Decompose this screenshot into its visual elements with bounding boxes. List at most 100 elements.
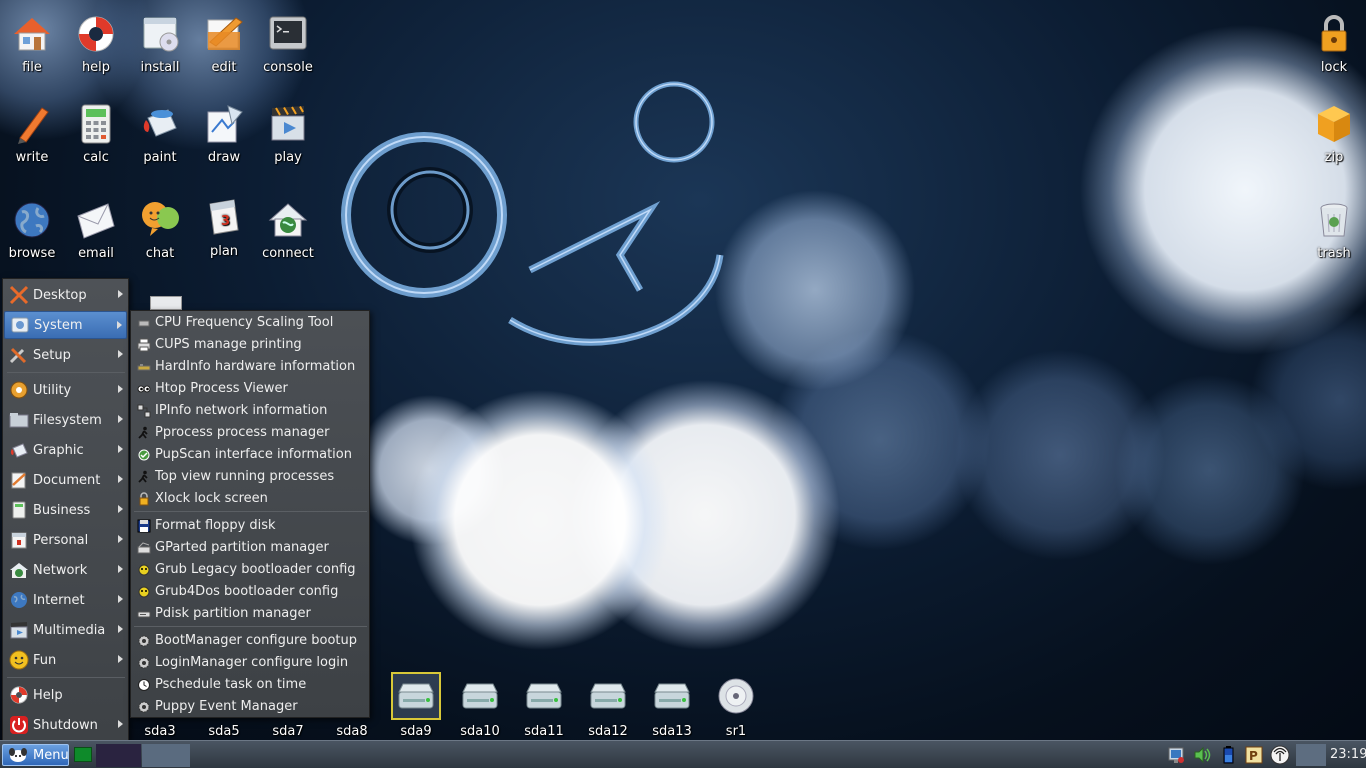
drive-icon[interactable]: sda10 (452, 674, 508, 739)
hardware-icon (137, 360, 151, 374)
clock[interactable]: 23:19 (1330, 747, 1366, 762)
submenu-item-puppy-event-manager[interactable]: Puppy Event Manager (134, 696, 366, 717)
desktop-icon-edit[interactable]: edit (192, 12, 256, 75)
submenu-item-cups[interactable]: CUPS manage printing (134, 334, 366, 355)
runner-icon (137, 470, 151, 484)
submenu-separator (134, 511, 367, 512)
drive-icon[interactable]: sda12 (580, 674, 636, 739)
menu-item-shutdown[interactable]: Shutdown (4, 711, 127, 739)
drive-icon[interactable]: sda13 (644, 674, 700, 739)
submenu-item-xlock[interactable]: Xlock lock screen (134, 488, 366, 509)
menu-item-personal[interactable]: Personal (4, 526, 127, 554)
desktop-icon-play[interactable]: play (256, 102, 320, 165)
menu-item-document[interactable]: Document (4, 466, 127, 494)
menu-item-desktop[interactable]: Desktop (4, 281, 127, 309)
main-menu: Desktop System Setup Utility Filesystem … (2, 278, 129, 741)
wireless-icon[interactable] (1270, 745, 1290, 765)
package-manager-icon[interactable]: P (1244, 745, 1264, 765)
submenu-item-pupscan[interactable]: PupScan interface information (134, 444, 366, 465)
menu-item-internet[interactable]: Internet (4, 586, 127, 614)
workspace-3-indicator[interactable] (142, 744, 190, 767)
drive-icon[interactable]: sda11 (516, 674, 572, 739)
desktop-icon-calc[interactable]: calc (64, 102, 128, 165)
desktop-icon-file[interactable]: file (0, 12, 64, 75)
submenu-item-pschedule[interactable]: Pschedule task on time (134, 674, 366, 695)
desktop-icon-install[interactable]: install (128, 12, 192, 75)
clapperboard-icon (266, 102, 310, 146)
calendar-icon (8, 530, 30, 550)
document-icon (8, 470, 30, 490)
desktop-icon-lock[interactable]: lock (1302, 12, 1366, 75)
workspace-1-indicator[interactable] (74, 747, 92, 762)
smiley-icon (8, 650, 30, 670)
chevron-right-icon (118, 595, 123, 603)
desktop-icon-browse[interactable]: browse (0, 198, 64, 261)
calculator-icon (8, 500, 30, 520)
pen-icon (10, 102, 54, 146)
menu-item-utility[interactable]: Utility (4, 376, 127, 404)
desktop-icon-trash[interactable]: trash (1302, 198, 1366, 261)
grub-icon (137, 563, 151, 577)
desktop-icon-partial[interactable] (150, 296, 182, 310)
folder-icon (8, 410, 30, 430)
desktop-icon-help[interactable]: help (64, 12, 128, 75)
workspace-2-indicator[interactable] (96, 744, 141, 767)
submenu-item-pdisk[interactable]: Pdisk partition manager (134, 603, 366, 624)
desktop-icon-write[interactable]: write (0, 102, 64, 165)
gear-icon (137, 634, 151, 648)
menu-item-network[interactable]: Network (4, 556, 127, 584)
submenu-item-bootmanager[interactable]: BootManager configure bootup (134, 630, 366, 651)
menu-item-fun[interactable]: Fun (4, 646, 127, 674)
grub-icon (137, 585, 151, 599)
submenu-item-cpu-frequency[interactable]: CPU Frequency Scaling Tool (134, 312, 366, 333)
menu-item-setup[interactable]: Setup (4, 341, 127, 369)
desktop-icon-zip[interactable]: zip (1302, 102, 1366, 165)
submenu-item-grub4dos[interactable]: Grub4Dos bootloader config (134, 581, 366, 602)
desktop-icon-plan[interactable]: 3 plan (192, 196, 256, 259)
paint-icon (8, 440, 30, 460)
chevron-right-icon (118, 720, 123, 728)
tray-applet[interactable] (1296, 744, 1326, 766)
menu-item-system[interactable]: System (4, 311, 127, 339)
submenu-item-loginmanager[interactable]: LoginManager configure login (134, 652, 366, 673)
desktop-icon-paint[interactable]: paint (128, 102, 192, 165)
submenu-item-hardinfo[interactable]: HardInfo hardware information (134, 356, 366, 377)
submenu-item-ipinfo[interactable]: IPInfo network information (134, 400, 366, 421)
network-icon (8, 560, 30, 580)
submenu-item-format-floppy[interactable]: Format floppy disk (134, 515, 366, 536)
tools-icon (8, 345, 30, 365)
floppy-icon (137, 519, 151, 533)
network-info-icon (137, 404, 151, 418)
start-menu-button[interactable]: Menu (2, 744, 69, 766)
submenu-item-grub-legacy[interactable]: Grub Legacy bootloader config (134, 559, 366, 580)
submenu-item-gparted[interactable]: GParted partition manager (134, 537, 366, 558)
desktop-icon-console[interactable]: console (256, 12, 320, 75)
desktop-icon-draw[interactable]: draw (192, 102, 256, 165)
menu-item-help[interactable]: Help (4, 681, 127, 709)
hard-drive-icon (391, 672, 441, 720)
draw-icon (202, 102, 246, 146)
paint-bucket-icon (138, 102, 182, 146)
chevron-right-icon (118, 625, 123, 633)
gear-icon (137, 656, 151, 670)
desktop-icon-connect[interactable]: connect (256, 198, 320, 261)
submenu-item-pprocess[interactable]: Pprocess process manager (134, 422, 366, 443)
hard-drive-icon (585, 674, 631, 718)
submenu-item-top[interactable]: Top view running processes (134, 466, 366, 487)
submenu-item-htop[interactable]: Htop Process Viewer (134, 378, 366, 399)
menu-item-multimedia[interactable]: Multimedia (4, 616, 127, 644)
menu-item-graphic[interactable]: Graphic (4, 436, 127, 464)
desktop-icon-email[interactable]: email (64, 198, 128, 261)
menu-item-filesystem[interactable]: Filesystem (4, 406, 127, 434)
menu-item-business[interactable]: Business (4, 496, 127, 524)
system-submenu: CPU Frequency Scaling Tool CUPS manage p… (130, 310, 370, 718)
volume-icon[interactable] (1192, 745, 1212, 765)
lock-icon (137, 491, 151, 506)
desktop-icon-chat[interactable]: chat (128, 198, 192, 261)
drive-icon-selected[interactable]: sda9 (388, 672, 444, 739)
chat-icon (138, 198, 182, 242)
battery-icon[interactable] (1218, 745, 1238, 765)
chevron-right-icon (118, 385, 123, 393)
network-tray-icon[interactable] (1166, 745, 1186, 765)
drive-icon-optical[interactable]: sr1 (708, 674, 764, 739)
